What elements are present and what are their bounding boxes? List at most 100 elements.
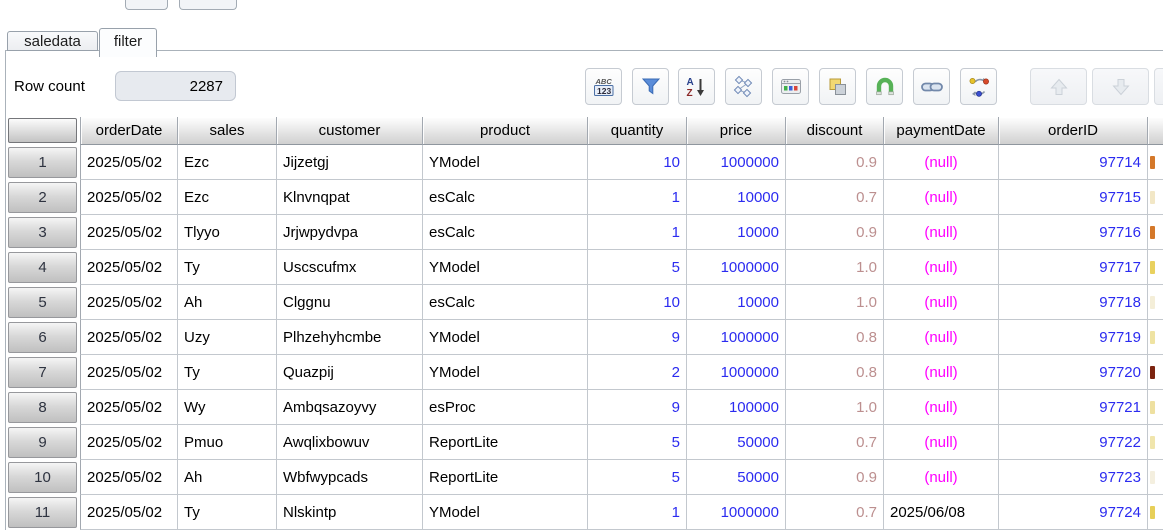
cell-paymentDate[interactable]: (null): [884, 320, 999, 355]
filter-button[interactable]: [632, 68, 669, 105]
row-number-cell[interactable]: 7: [5, 355, 80, 390]
cell-orderDate[interactable]: 2025/05/02: [80, 215, 178, 250]
magnet-button[interactable]: [866, 68, 903, 105]
cell-price[interactable]: 10000: [687, 215, 786, 250]
cell-orderID[interactable]: 97717: [999, 250, 1148, 285]
cell-price[interactable]: 10000: [687, 285, 786, 320]
cell-product[interactable]: YModel: [423, 355, 588, 390]
row-number-cell[interactable]: 3: [5, 215, 80, 250]
grid-corner-cell[interactable]: [5, 117, 80, 145]
cell-customer[interactable]: Jrjwpydvpa: [277, 215, 423, 250]
cell-paymentDate[interactable]: (null): [884, 285, 999, 320]
cell-product[interactable]: ReportLite: [423, 460, 588, 495]
cell-product[interactable]: YModel: [423, 145, 588, 180]
row-number-cell[interactable]: 10: [5, 460, 80, 495]
cell-discount[interactable]: 0.8: [786, 355, 884, 390]
cell-orderID[interactable]: 97716: [999, 215, 1148, 250]
cell-paymentDate[interactable]: (null): [884, 215, 999, 250]
cell-orderID[interactable]: 97715: [999, 180, 1148, 215]
move-up-button[interactable]: [1030, 68, 1087, 105]
cell-customer[interactable]: Uscscufmx: [277, 250, 423, 285]
cell-customer[interactable]: Quazpij: [277, 355, 423, 390]
cell-product[interactable]: esCalc: [423, 285, 588, 320]
cell-discount[interactable]: 0.8: [786, 320, 884, 355]
cell-sales[interactable]: Tlyyo: [178, 215, 277, 250]
cell-orderDate[interactable]: 2025/05/02: [80, 390, 178, 425]
cell-sales[interactable]: Ty: [178, 495, 277, 530]
cell-discount[interactable]: 0.7: [786, 495, 884, 530]
cell-quantity[interactable]: 10: [588, 285, 687, 320]
cell-sales[interactable]: Ah: [178, 285, 277, 320]
cell-orderDate[interactable]: 2025/05/02: [80, 425, 178, 460]
cell-customer[interactable]: Plhzehyhcmbe: [277, 320, 423, 355]
cell-orderID[interactable]: 97718: [999, 285, 1148, 320]
row-number-cell[interactable]: 2: [5, 180, 80, 215]
cell-discount[interactable]: 1.0: [786, 390, 884, 425]
cell-customer[interactable]: Nlskintp: [277, 495, 423, 530]
cell-sales[interactable]: Ty: [178, 250, 277, 285]
cell-price[interactable]: 1000000: [687, 355, 786, 390]
options-button[interactable]: [772, 68, 809, 105]
row-number-cell[interactable]: 1: [5, 145, 80, 180]
cell-price[interactable]: 1000000: [687, 320, 786, 355]
cell-orderID[interactable]: 97714: [999, 145, 1148, 180]
cell-sales[interactable]: Ah: [178, 460, 277, 495]
cell-paymentDate[interactable]: (null): [884, 425, 999, 460]
cell-quantity[interactable]: 5: [588, 460, 687, 495]
cell-quantity[interactable]: 10: [588, 145, 687, 180]
cell-quantity[interactable]: 2: [588, 355, 687, 390]
truncated-top-button[interactable]: [125, 0, 168, 10]
cell-quantity[interactable]: 1: [588, 215, 687, 250]
cell-paymentDate[interactable]: (null): [884, 460, 999, 495]
cell-paymentDate[interactable]: (null): [884, 390, 999, 425]
cell-paymentDate[interactable]: (null): [884, 180, 999, 215]
cell-paymentDate[interactable]: (null): [884, 355, 999, 390]
column-header-customer[interactable]: customer: [277, 117, 423, 145]
cell-sales[interactable]: Pmuo: [178, 425, 277, 460]
move-down-button[interactable]: [1092, 68, 1149, 105]
cell-orderID[interactable]: 97720: [999, 355, 1148, 390]
tab-saledata[interactable]: saledata: [7, 31, 98, 51]
cell-sales[interactable]: Ezc: [178, 145, 277, 180]
cell-quantity[interactable]: 5: [588, 250, 687, 285]
cell-product[interactable]: esCalc: [423, 180, 588, 215]
row-number-cell[interactable]: 9: [5, 425, 80, 460]
cell-customer[interactable]: Klnvnqpat: [277, 180, 423, 215]
cell-orderID[interactable]: 97721: [999, 390, 1148, 425]
cell-orderDate[interactable]: 2025/05/02: [80, 495, 178, 530]
row-number-cell[interactable]: 4: [5, 250, 80, 285]
cell-product[interactable]: ReportLite: [423, 425, 588, 460]
cell-orderID[interactable]: 97719: [999, 320, 1148, 355]
truncated-top-button-2[interactable]: [179, 0, 237, 10]
column-header-orderID[interactable]: orderID: [999, 117, 1148, 145]
format-values-button[interactable]: ABC 123: [585, 68, 622, 105]
cell-orderID[interactable]: 97723: [999, 460, 1148, 495]
cell-sales[interactable]: Uzy: [178, 320, 277, 355]
cell-orderDate[interactable]: 2025/05/02: [80, 355, 178, 390]
cell-orderDate[interactable]: 2025/05/02: [80, 460, 178, 495]
cell-orderDate[interactable]: 2025/05/02: [80, 145, 178, 180]
group-button[interactable]: [725, 68, 762, 105]
cell-quantity[interactable]: 9: [588, 390, 687, 425]
cell-paymentDate[interactable]: 2025/06/08: [884, 495, 999, 530]
column-header-orderDate[interactable]: orderDate: [80, 117, 178, 145]
cell-product[interactable]: YModel: [423, 320, 588, 355]
refresh-sync-button[interactable]: [960, 68, 997, 105]
cell-orderDate[interactable]: 2025/05/02: [80, 250, 178, 285]
cell-price[interactable]: 100000: [687, 390, 786, 425]
copy-levels-button[interactable]: [819, 68, 856, 105]
cell-product[interactable]: YModel: [423, 495, 588, 530]
cell-price[interactable]: 1000000: [687, 145, 786, 180]
cell-sales[interactable]: Ty: [178, 355, 277, 390]
cell-sales[interactable]: Ezc: [178, 180, 277, 215]
cell-price[interactable]: 1000000: [687, 495, 786, 530]
cell-quantity[interactable]: 5: [588, 425, 687, 460]
link-button[interactable]: [913, 68, 950, 105]
cell-paymentDate[interactable]: (null): [884, 145, 999, 180]
cell-orderDate[interactable]: 2025/05/02: [80, 180, 178, 215]
cell-paymentDate[interactable]: (null): [884, 250, 999, 285]
column-header-discount[interactable]: discount: [786, 117, 884, 145]
cell-customer[interactable]: Awqlixbowuv: [277, 425, 423, 460]
cell-price[interactable]: 50000: [687, 460, 786, 495]
tab-filter[interactable]: filter: [99, 28, 157, 57]
